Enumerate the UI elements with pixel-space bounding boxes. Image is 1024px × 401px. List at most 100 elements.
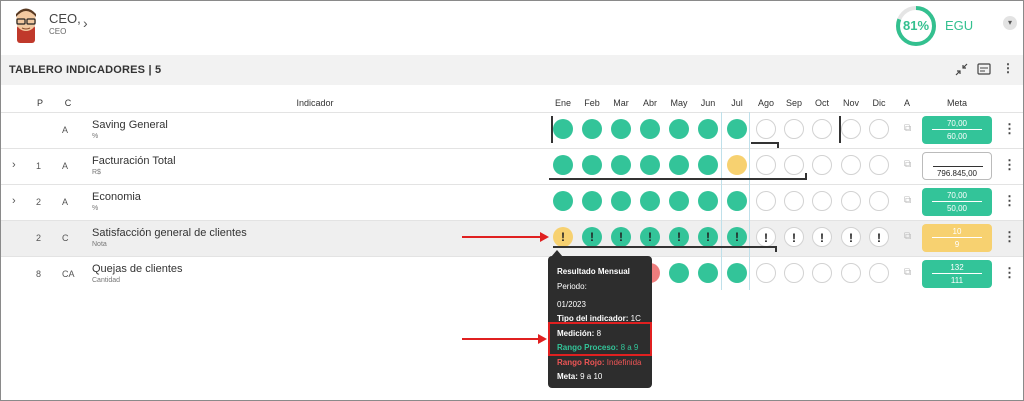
month-status-dot[interactable] [582, 155, 602, 175]
kebab-menu-icon[interactable]: ⋮ [1003, 193, 1016, 209]
indicator-name[interactable]: Saving General [92, 119, 168, 131]
paperclip-icon[interactable]: ⧉ [904, 231, 911, 242]
row-priority: 8 [36, 269, 42, 279]
month-status-dot[interactable]: ! [756, 227, 776, 247]
month-status-dot[interactable]: ! [812, 227, 832, 247]
month-status-dot[interactable] [841, 263, 861, 283]
month-status-dot[interactable] [698, 263, 718, 283]
month-status-dot[interactable] [869, 155, 889, 175]
indicator-name[interactable]: Satisfacción general de clientes [92, 227, 247, 239]
col-header-indicador: Indicador [296, 98, 334, 108]
row-category: A [62, 125, 69, 135]
col-header-month: Dic [872, 98, 886, 108]
month-status-dot[interactable] [669, 263, 689, 283]
col-header-month: Mar [613, 98, 629, 108]
user-avatar-icon[interactable] [11, 7, 41, 43]
month-status-dot[interactable] [756, 119, 776, 139]
month-status-dot[interactable]: ! [727, 227, 747, 247]
indicator-name[interactable]: Facturación Total [92, 155, 176, 167]
paperclip-icon[interactable]: ⧉ [904, 123, 911, 134]
chevron-down-icon[interactable]: ▾ [1003, 16, 1017, 30]
month-status-dot[interactable]: ! [669, 227, 689, 247]
range-bracket [839, 116, 841, 143]
month-status-dot[interactable] [640, 155, 660, 175]
month-status-dot[interactable]: ! [784, 227, 804, 247]
month-status-dot[interactable] [553, 119, 573, 139]
tooltip-rango-rojo-value: Indefinida [606, 358, 642, 367]
kebab-menu-icon[interactable]: ⋮ [1003, 157, 1016, 173]
month-status-dot[interactable] [727, 263, 747, 283]
collapse-arrows-icon[interactable] [955, 63, 968, 76]
indicator-name[interactable]: Economia [92, 191, 141, 203]
month-status-dot[interactable] [669, 119, 689, 139]
month-status-dot[interactable] [841, 155, 861, 175]
month-status-dot[interactable] [553, 155, 573, 175]
col-header-month: Oct [814, 98, 829, 108]
row-priority: 2 [36, 233, 42, 243]
kebab-menu-icon[interactable]: ⋮ [1002, 61, 1014, 75]
month-status-dot[interactable] [784, 155, 804, 175]
col-header-month: Jun [700, 98, 716, 108]
month-status-dot[interactable] [582, 119, 602, 139]
month-status-dot[interactable] [869, 263, 889, 283]
month-status-dot[interactable] [812, 155, 832, 175]
meta-box: 796.845,00 [922, 152, 992, 180]
chevron-right-icon[interactable]: › [83, 15, 88, 31]
kebab-menu-icon[interactable]: ⋮ [1003, 121, 1016, 137]
month-status-dot[interactable] [640, 191, 660, 211]
month-status-dot[interactable] [812, 119, 832, 139]
indicator-name[interactable]: Quejas de clientes [92, 263, 183, 275]
kebab-menu-icon[interactable]: ⋮ [1003, 265, 1016, 281]
meta-bottom: 60,00 [946, 132, 968, 141]
month-status-dot[interactable] [669, 191, 689, 211]
paperclip-icon[interactable]: ⧉ [904, 159, 911, 170]
month-status-dot[interactable] [841, 191, 861, 211]
month-status-dot[interactable] [727, 155, 747, 175]
col-header-c: C [64, 98, 72, 108]
paperclip-icon[interactable]: ⧉ [904, 267, 911, 278]
month-status-dot[interactable] [841, 119, 861, 139]
month-status-dot[interactable]: ! [841, 227, 861, 247]
month-status-dot[interactable] [698, 191, 718, 211]
month-status-dot[interactable] [640, 119, 660, 139]
month-status-dot[interactable] [812, 263, 832, 283]
user-role: CEO [49, 27, 67, 36]
month-status-dot[interactable] [869, 119, 889, 139]
row-category: A [62, 161, 69, 171]
month-status-dot[interactable] [727, 119, 747, 139]
month-status-dot[interactable] [582, 191, 602, 211]
user-name: CEO, [49, 11, 81, 26]
month-status-dot[interactable] [812, 191, 832, 211]
paperclip-icon[interactable]: ⧉ [904, 195, 911, 206]
card-view-icon[interactable] [977, 63, 991, 75]
kebab-menu-icon[interactable]: ⋮ [1003, 229, 1016, 245]
month-status-dot[interactable] [611, 155, 631, 175]
range-bracket [775, 246, 777, 252]
month-status-dot[interactable]: ! [869, 227, 889, 247]
month-status-dot[interactable] [611, 119, 631, 139]
month-status-dot[interactable] [784, 263, 804, 283]
month-status-dot[interactable] [756, 191, 776, 211]
month-status-dot[interactable] [727, 191, 747, 211]
month-status-dot[interactable] [756, 155, 776, 175]
month-status-dot[interactable] [784, 119, 804, 139]
month-status-dot[interactable] [669, 155, 689, 175]
month-status-dot[interactable]: ! [640, 227, 660, 247]
month-status-dot[interactable]: ! [582, 227, 602, 247]
meta-box: 70,00 50,00 [922, 188, 992, 216]
month-status-dot[interactable] [756, 263, 776, 283]
month-status-dot[interactable] [784, 191, 804, 211]
page-title: TABLERO INDICADORES | 5 [9, 64, 162, 76]
month-status-dot[interactable]: ! [698, 227, 718, 247]
month-status-dot[interactable] [553, 191, 573, 211]
month-status-dot[interactable]: ! [611, 227, 631, 247]
month-status-dot[interactable]: ! [553, 227, 573, 247]
month-status-dot[interactable] [869, 191, 889, 211]
col-header-month: Ene [554, 98, 571, 108]
chevron-right-icon[interactable]: › [12, 195, 16, 207]
month-status-dot[interactable] [611, 191, 631, 211]
chevron-right-icon[interactable]: › [12, 159, 16, 171]
month-status-dot[interactable] [698, 119, 718, 139]
tooltip-periodo-label: Periodo: [557, 282, 587, 291]
month-status-dot[interactable] [698, 155, 718, 175]
